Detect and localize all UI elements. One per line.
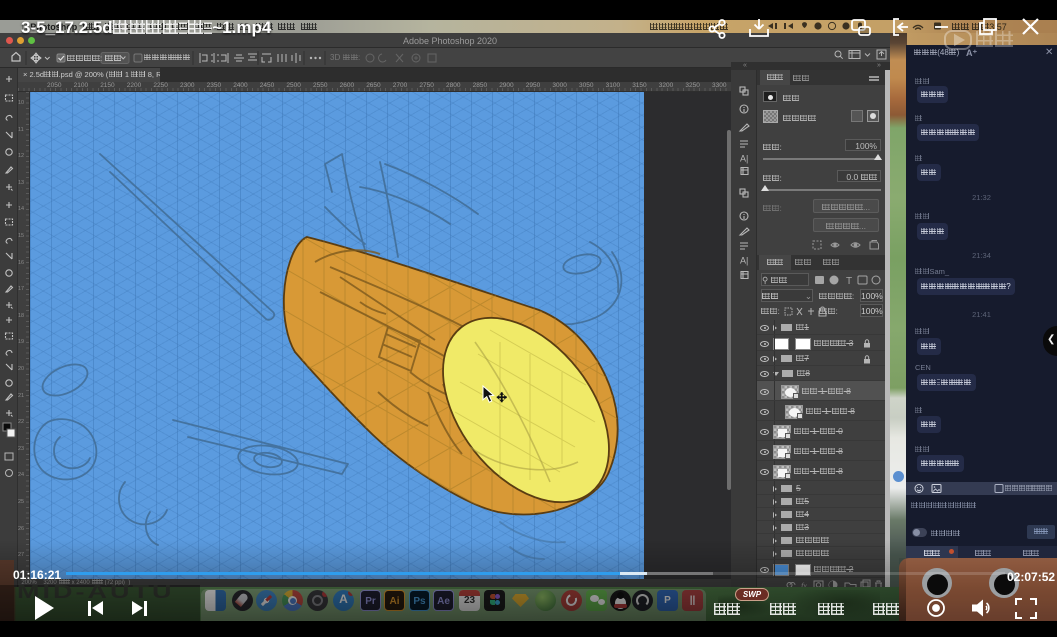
svg-text:A|: A|	[740, 256, 748, 266]
svg-text:A|: A|	[740, 154, 748, 164]
svg-text:T: T	[846, 276, 852, 287]
